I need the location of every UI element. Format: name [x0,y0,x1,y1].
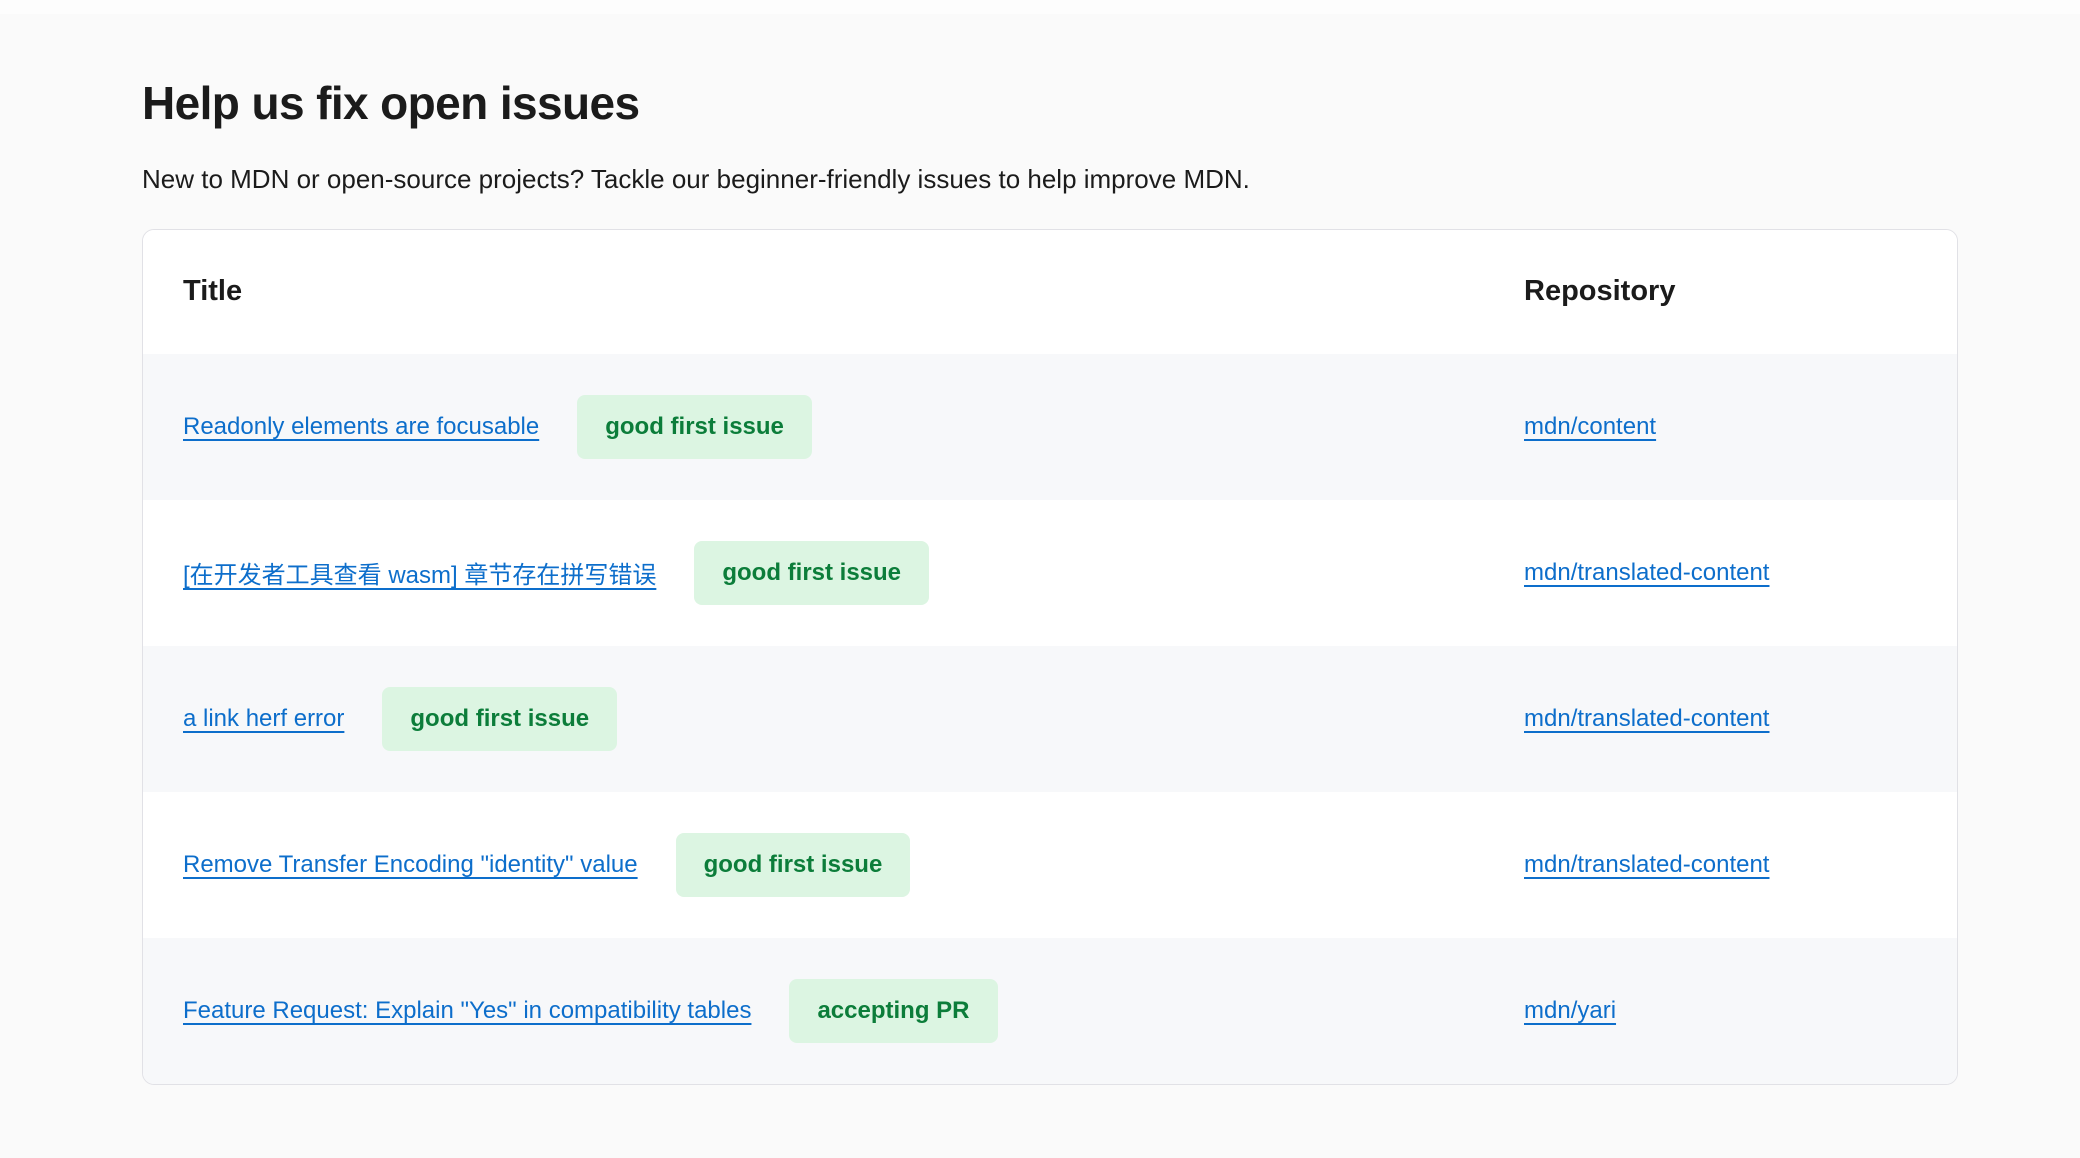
repository-link[interactable]: mdn/translated-content [1524,559,1769,587]
issue-title-cell: Remove Transfer Encoding "identity" valu… [143,792,1484,938]
table-row: [在开发者工具查看 wasm] 章节存在拼写错误 good first issu… [143,500,1957,646]
repository-link[interactable]: mdn/yari [1524,997,1616,1025]
issue-link[interactable]: [在开发者工具查看 wasm] 章节存在拼写错误 [183,555,656,590]
issue-label-badge: good first issue [577,395,812,460]
issue-link[interactable]: Readonly elements are focusable [183,413,539,441]
contribute-issues-section: Help us fix open issues New to MDN or op… [142,0,1958,1085]
repository-cell: mdn/translated-content [1484,500,1957,646]
page-subtitle: New to MDN or open-source projects? Tack… [142,163,1958,197]
repository-link[interactable]: mdn/translated-content [1524,705,1769,733]
issue-link[interactable]: Feature Request: Explain "Yes" in compat… [183,997,751,1025]
issue-label-badge: good first issue [694,541,929,606]
issue-title-cell: a link herf error good first issue [143,646,1484,792]
repository-link[interactable]: mdn/translated-content [1524,851,1769,879]
repository-link[interactable]: mdn/content [1524,413,1656,441]
repository-cell: mdn/yari [1484,938,1957,1084]
issue-link[interactable]: a link herf error [183,705,344,733]
repository-cell: mdn/content [1484,354,1957,500]
table-row: Readonly elements are focusable good fir… [143,354,1957,500]
column-header-repository: Repository [1484,230,1957,354]
issue-label-badge: accepting PR [789,979,997,1044]
issue-title-cell: Feature Request: Explain "Yes" in compat… [143,938,1484,1084]
repository-cell: mdn/translated-content [1484,646,1957,792]
table-row: Feature Request: Explain "Yes" in compat… [143,938,1957,1084]
issue-label-badge: good first issue [382,687,617,752]
repository-cell: mdn/translated-content [1484,792,1957,938]
open-issues-table: Title Repository Readonly elements are f… [142,229,1958,1085]
issue-title-cell: Readonly elements are focusable good fir… [143,354,1484,500]
issue-link[interactable]: Remove Transfer Encoding "identity" valu… [183,851,638,879]
table-row: Remove Transfer Encoding "identity" valu… [143,792,1957,938]
issue-label-badge: good first issue [676,833,911,898]
issue-title-cell: [在开发者工具查看 wasm] 章节存在拼写错误 good first issu… [143,500,1484,646]
table-row: a link herf error good first issue mdn/t… [143,646,1957,792]
table-header-row: Title Repository [143,230,1957,354]
column-header-title: Title [143,230,1484,354]
page-title: Help us fix open issues [142,76,1958,131]
